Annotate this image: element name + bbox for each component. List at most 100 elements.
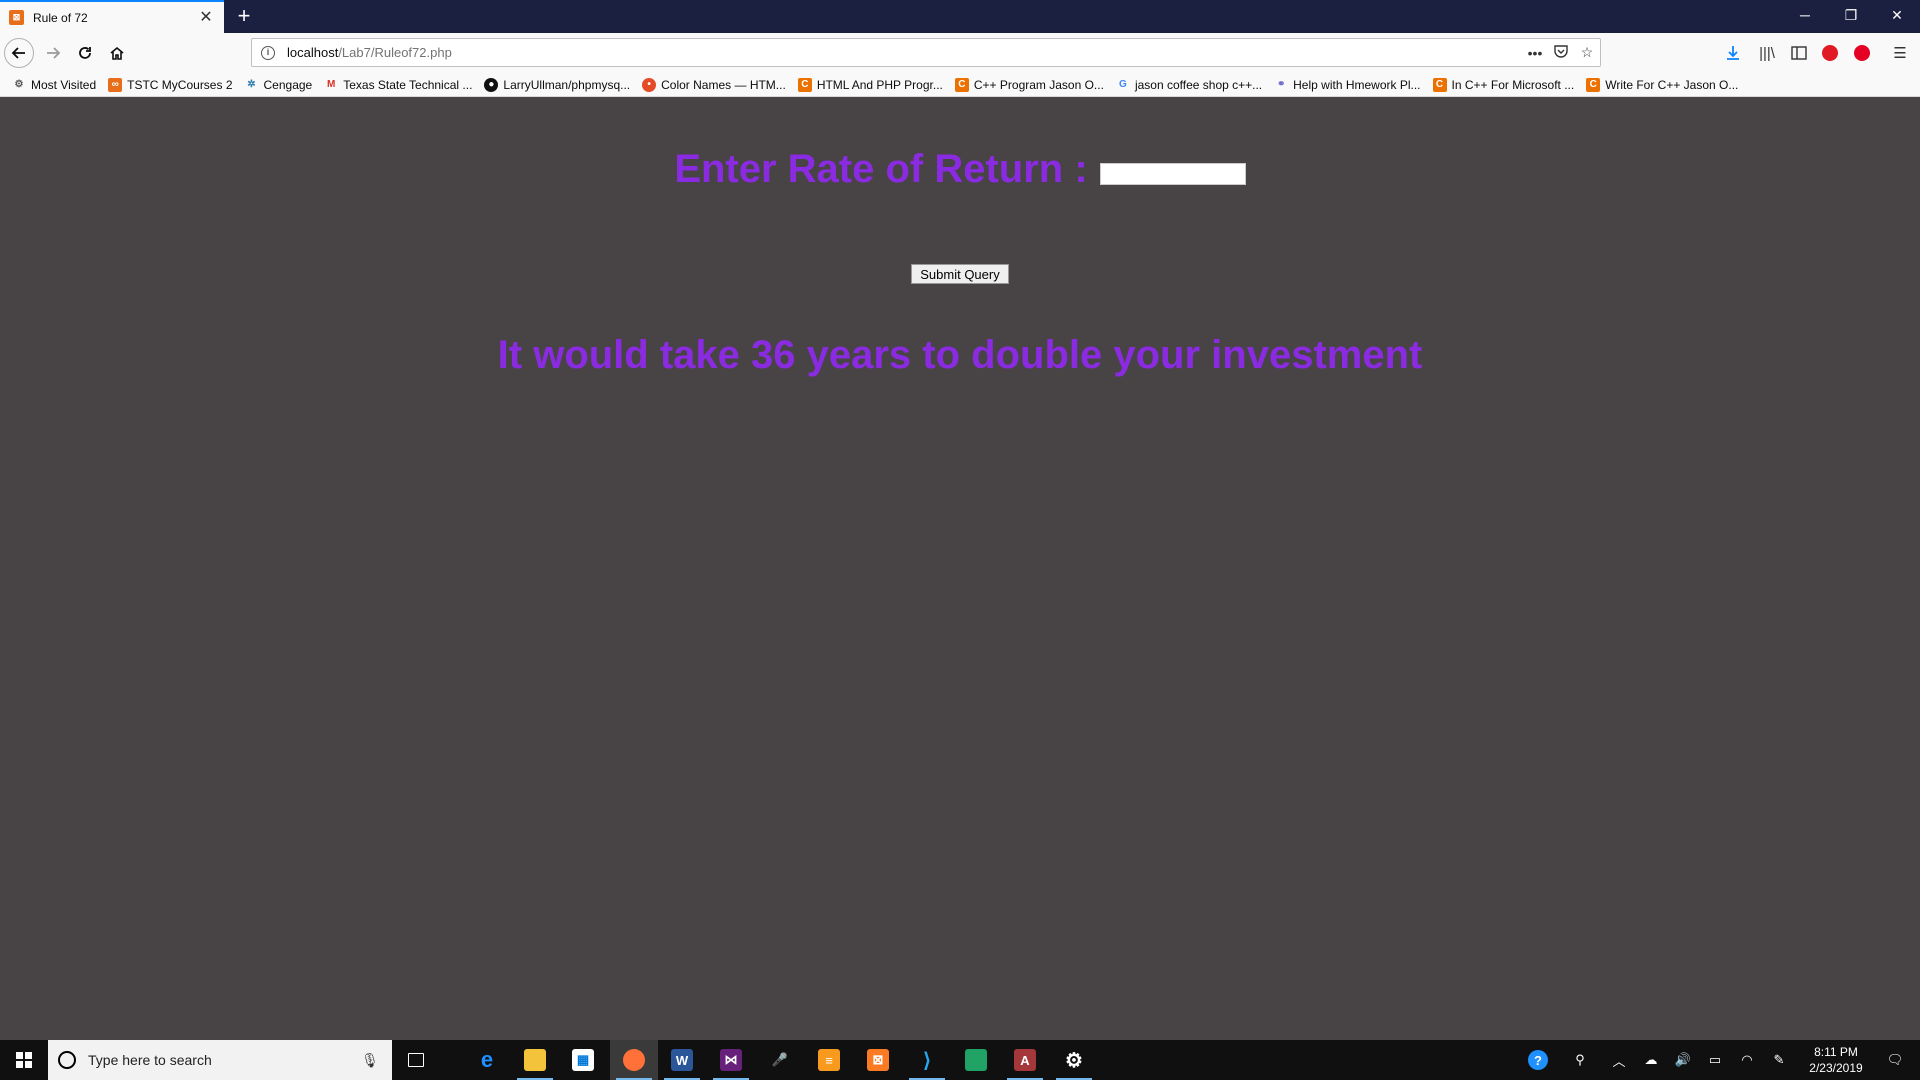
bookmark-color-names[interactable]: • Color Names — HTM...	[642, 77, 786, 92]
task-view-button[interactable]	[392, 1040, 440, 1080]
result-message: It would take 36 years to double your in…	[497, 333, 1423, 377]
bookmark-larryullman[interactable]: ● LarryUllman/phpmysq...	[484, 77, 630, 92]
home-button[interactable]	[102, 38, 132, 68]
restore-icon[interactable]: ❐	[1828, 0, 1874, 33]
colors-icon: •	[642, 77, 657, 92]
start-button[interactable]	[0, 1040, 48, 1080]
help-icon[interactable]: ?	[1523, 1040, 1553, 1080]
forum-icon: ⚭	[1276, 78, 1286, 90]
sidebar-icon[interactable]	[1784, 38, 1814, 68]
taskbar-sublime[interactable]: ≡	[805, 1040, 853, 1080]
rate-form-row: Enter Rate of Return :	[0, 147, 1920, 192]
notifications-icon[interactable]: 🗨	[1880, 1040, 1910, 1080]
access-icon: A	[1014, 1049, 1036, 1071]
menu-icon[interactable]: ☰	[1885, 38, 1915, 68]
pen-workspace-icon[interactable]: ✎	[1764, 1040, 1794, 1080]
bookmark-in-cpp-microsoft[interactable]: C In C++ For Microsoft ...	[1432, 77, 1574, 92]
forward-arrow-icon	[47, 47, 61, 59]
extension-red-icon[interactable]	[1815, 38, 1845, 68]
bookmark-label: jason coffee shop c++...	[1134, 77, 1263, 92]
page-actions-icon[interactable]: •••	[1522, 45, 1548, 61]
bookmark-star-icon[interactable]: ☆	[1574, 44, 1600, 61]
cortana-icon	[58, 1051, 76, 1069]
windows-taskbar: Type here to search 🎙 e ▦ W ⋈ 🎤 ≡ ⊠ ⟩ A …	[0, 1040, 1920, 1080]
taskbar-store[interactable]: ▦	[559, 1040, 607, 1080]
back-button[interactable]	[4, 38, 34, 68]
taskbar-edge[interactable]: e	[463, 1040, 511, 1080]
cengage-icon: ✲	[247, 78, 256, 90]
reload-icon	[79, 47, 91, 59]
forward-button[interactable]	[38, 38, 68, 68]
new-tab-button[interactable]: +	[230, 3, 258, 31]
downloads-icon[interactable]	[1718, 38, 1748, 68]
bookmark-cengage[interactable]: ✲ Cengage	[245, 78, 312, 92]
chegg-icon: C	[1586, 77, 1601, 92]
gear-icon: ⚙	[14, 78, 24, 90]
reload-button[interactable]	[70, 38, 100, 68]
bookmark-texas-state-technical[interactable]: M Texas State Technical ...	[324, 78, 472, 92]
taskbar-file-explorer[interactable]	[511, 1040, 559, 1080]
site-info-icon[interactable]: i	[261, 45, 275, 60]
back-arrow-icon	[11, 47, 25, 59]
url-path: /Lab7/Ruleof72.php	[338, 45, 452, 60]
microphone-icon[interactable]: 🎙	[358, 1052, 382, 1069]
taskbar-xampp[interactable]: ⊠	[854, 1040, 902, 1080]
url-text[interactable]: localhost/Lab7/Ruleof72.php	[287, 45, 1522, 60]
bookmark-write-cpp[interactable]: C Write For C++ Jason O...	[1586, 77, 1739, 92]
people-icon[interactable]: ⚲	[1565, 1040, 1595, 1080]
tab-rule-of-72[interactable]: ⊠ Rule of 72 ✕	[0, 0, 224, 33]
onedrive-icon[interactable]: ☁	[1636, 1040, 1666, 1080]
battery-icon[interactable]: ▭	[1700, 1040, 1730, 1080]
taskbar-search-box[interactable]: Type here to search 🎙	[48, 1040, 392, 1080]
window-close-icon[interactable]: ✕	[1874, 0, 1920, 33]
chegg-icon: C	[1432, 77, 1447, 92]
pinterest-icon[interactable]	[1847, 38, 1877, 68]
taskbar-firefox[interactable]	[610, 1040, 658, 1080]
edge-icon: e	[480, 1047, 494, 1072]
library-icon[interactable]: |||\	[1752, 38, 1782, 68]
bookmark-jason-coffee[interactable]: Gjason coffee shop c++...	[1116, 78, 1262, 92]
bookmark-tstc-mycourses[interactable]: ∞ TSTC MyCourses 2	[108, 77, 233, 92]
github-icon: ●	[484, 77, 499, 92]
bookmark-cpp-program[interactable]: C C++ Program Jason O...	[954, 77, 1104, 92]
url-host: localhost	[287, 45, 339, 60]
settings-icon: ⚙	[1065, 1049, 1083, 1072]
taskbar-word[interactable]: W	[658, 1040, 706, 1080]
d2l-icon: ∞	[108, 77, 123, 92]
page-content: Enter Rate of Return : Submit Query It w…	[0, 97, 1920, 1040]
windows-logo-icon	[16, 1052, 32, 1068]
word-icon: W	[671, 1049, 693, 1071]
taskbar-access[interactable]: A	[1001, 1040, 1049, 1080]
chegg-icon: C	[954, 77, 969, 92]
bookmark-help-homework[interactable]: ⚭ Help with Hmework Pl...	[1274, 78, 1421, 92]
chegg-icon: C	[797, 77, 812, 92]
bookmark-label: Write For C++ Jason O...	[1605, 77, 1739, 92]
close-tab-icon[interactable]: ✕	[196, 8, 216, 28]
taskbar-settings[interactable]: ⚙	[1050, 1040, 1098, 1080]
rate-of-return-input[interactable]	[1099, 162, 1246, 185]
taskbar-vscode[interactable]: ⟩	[903, 1040, 951, 1080]
tab-strip: ⊠ Rule of 72 ✕ + ─ ❐ ✕	[0, 0, 1920, 33]
taskbar-voice-recorder[interactable]: 🎤	[756, 1040, 804, 1080]
bookmark-html-php[interactable]: C HTML And PHP Progr...	[797, 77, 943, 92]
bookmarks-toolbar: ⚙ Most Visited ∞ TSTC MyCourses 2 ✲ Cengage…	[0, 73, 1920, 97]
volume-icon[interactable]: 🔊	[1668, 1040, 1698, 1080]
file-explorer-icon	[524, 1049, 546, 1071]
clock-time: 8:11 PM	[1814, 1045, 1858, 1059]
firefox-icon	[623, 1049, 645, 1071]
taskbar-clock[interactable]: 8:11 PM 2/23/2019	[1796, 1044, 1876, 1076]
bookmark-label: Most Visited	[31, 77, 97, 92]
taskbar-notepad[interactable]	[952, 1040, 1000, 1080]
minimize-icon[interactable]: ─	[1782, 0, 1828, 33]
task-view-icon	[408, 1053, 424, 1067]
show-hidden-icons-icon[interactable]: ︿	[1604, 1040, 1634, 1080]
bookmark-label: HTML And PHP Progr...	[816, 77, 943, 92]
bookmark-most-visited[interactable]: ⚙ Most Visited	[12, 77, 97, 92]
taskbar-visual-studio[interactable]: ⋈	[707, 1040, 755, 1080]
pocket-icon[interactable]	[1548, 44, 1574, 61]
page-heading: Enter Rate of Return :	[674, 147, 1088, 191]
wifi-icon[interactable]: ◠	[1732, 1040, 1762, 1080]
home-icon	[110, 46, 124, 60]
url-bar[interactable]: i localhost/Lab7/Ruleof72.php ••• ☆	[251, 38, 1601, 67]
submit-query-button[interactable]: Submit Query	[911, 264, 1009, 284]
